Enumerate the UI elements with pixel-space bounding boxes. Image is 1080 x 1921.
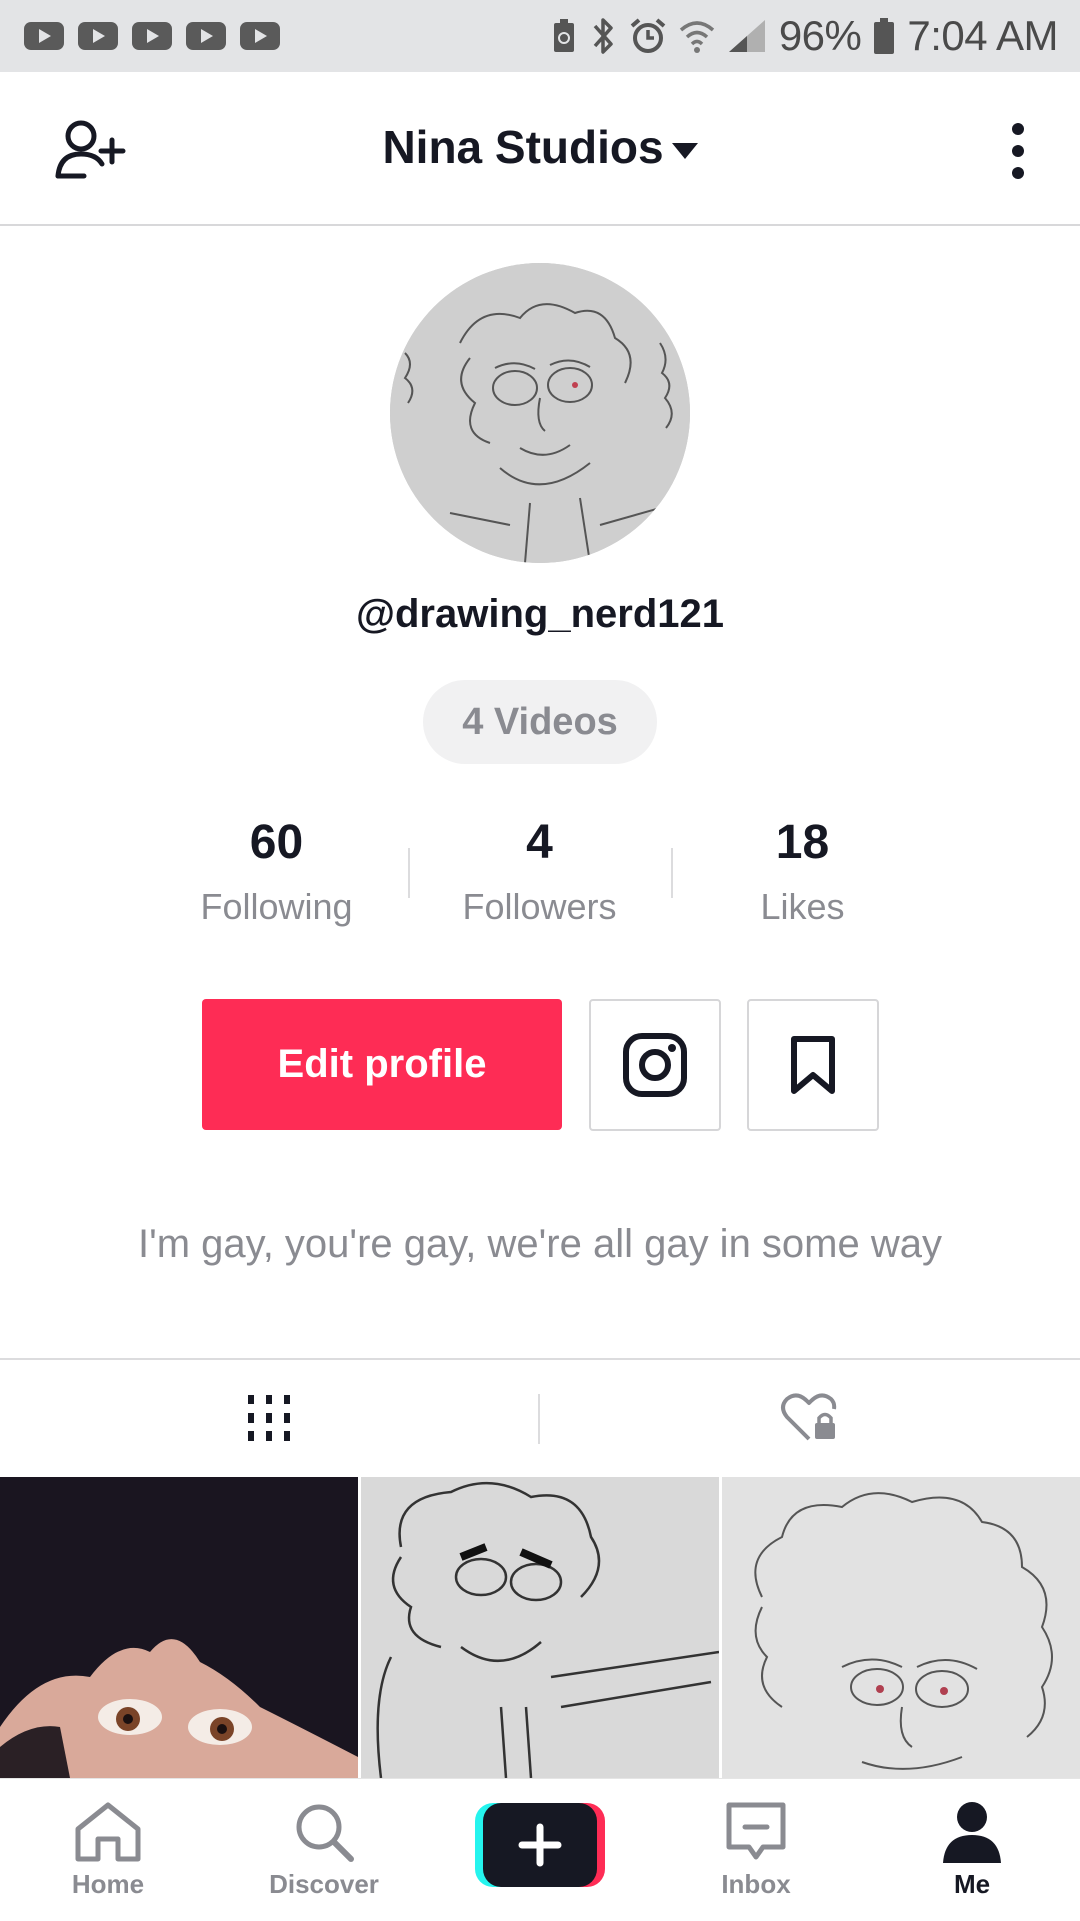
nav-discover[interactable]: Discover: [244, 1779, 404, 1921]
favorites-button[interactable]: [747, 999, 879, 1131]
bottom-navigation: Home Discover Inbox Me: [0, 1778, 1080, 1921]
youtube-icon: [132, 22, 172, 50]
create-video-button[interactable]: [475, 1803, 605, 1887]
stat-value: 18: [775, 816, 830, 869]
signal-icon: [727, 18, 767, 54]
account-switcher[interactable]: Nina Studios: [0, 120, 1080, 174]
nav-home[interactable]: Home: [28, 1779, 188, 1921]
wifi-icon: [679, 18, 715, 54]
plus-icon: [475, 1803, 605, 1887]
youtube-icon: [240, 22, 280, 50]
stat-value: 4: [526, 816, 553, 869]
stat-followers[interactable]: 4 Followers: [408, 812, 671, 928]
stat-following[interactable]: 60 Following: [145, 812, 408, 928]
video-thumbnail[interactable]: [722, 1477, 1080, 1778]
heart-lock-icon: [781, 1393, 837, 1441]
instagram-button[interactable]: [589, 999, 721, 1131]
profile-icon: [943, 1802, 1001, 1863]
video-thumbnail[interactable]: [361, 1477, 719, 1778]
video-thumbnail-image: [0, 1477, 358, 1778]
stat-likes[interactable]: 18 Likes: [671, 812, 934, 928]
avatar-sketch-image: [390, 263, 690, 563]
battery-icon: [873, 17, 895, 55]
profile-tabs: [0, 1358, 1080, 1476]
profile-header: Nina Studios: [0, 72, 1080, 226]
nav-label: Me: [953, 1869, 991, 1899]
tab-liked[interactable]: [540, 1360, 1078, 1476]
more-options-button[interactable]: [1010, 122, 1026, 180]
nav-inbox[interactable]: Inbox: [676, 1779, 836, 1921]
stat-value: 60: [249, 816, 304, 869]
stat-label: Following: [200, 886, 353, 927]
username: @drawing_nerd121: [355, 592, 724, 636]
grid-icon: [248, 1395, 290, 1441]
stat-label: Followers: [462, 886, 617, 927]
bluetooth-icon: [589, 16, 617, 56]
status-bar: 96% 7:04 AM: [0, 0, 1080, 72]
page-title: Nina Studios: [382, 121, 664, 173]
instagram-icon: [623, 1033, 687, 1097]
video-thumbnail-image: [361, 1477, 719, 1778]
avatar[interactable]: [390, 263, 690, 563]
videos-count-badge: 4 Videos: [423, 680, 657, 764]
nav-me[interactable]: Me: [892, 1779, 1052, 1921]
video-thumbnail-image: [722, 1477, 1080, 1778]
video-grid: [0, 1477, 1080, 1778]
clock: 7:04 AM: [907, 12, 1058, 59]
youtube-icon: [24, 22, 64, 50]
youtube-icon: [78, 22, 118, 50]
inbox-icon: [726, 1802, 786, 1860]
bookmark-icon: [791, 1036, 835, 1094]
youtube-icon: [186, 22, 226, 50]
more-vertical-icon: [1012, 123, 1024, 179]
profile-stats: 60 Following 4 Followers 18 Likes: [145, 812, 935, 932]
nav-label: Home: [71, 1869, 145, 1899]
recycle-battery-icon: [551, 18, 577, 54]
stat-label: Likes: [760, 886, 845, 927]
home-icon: [75, 1802, 141, 1862]
notification-icons: [24, 22, 280, 50]
video-thumbnail[interactable]: [0, 1477, 358, 1778]
nav-label: Inbox: [721, 1869, 791, 1899]
alarm-icon: [629, 17, 667, 55]
battery-percent: 96%: [778, 12, 862, 59]
tab-videos[interactable]: [0, 1360, 538, 1476]
caret-down-icon: [671, 142, 698, 159]
profile-bio: I'm gay, you're gay, we're all gay in so…: [138, 1222, 942, 1266]
edit-profile-button[interactable]: Edit profile: [202, 999, 562, 1130]
nav-label: Discover: [269, 1869, 379, 1899]
search-icon: [296, 1804, 354, 1862]
